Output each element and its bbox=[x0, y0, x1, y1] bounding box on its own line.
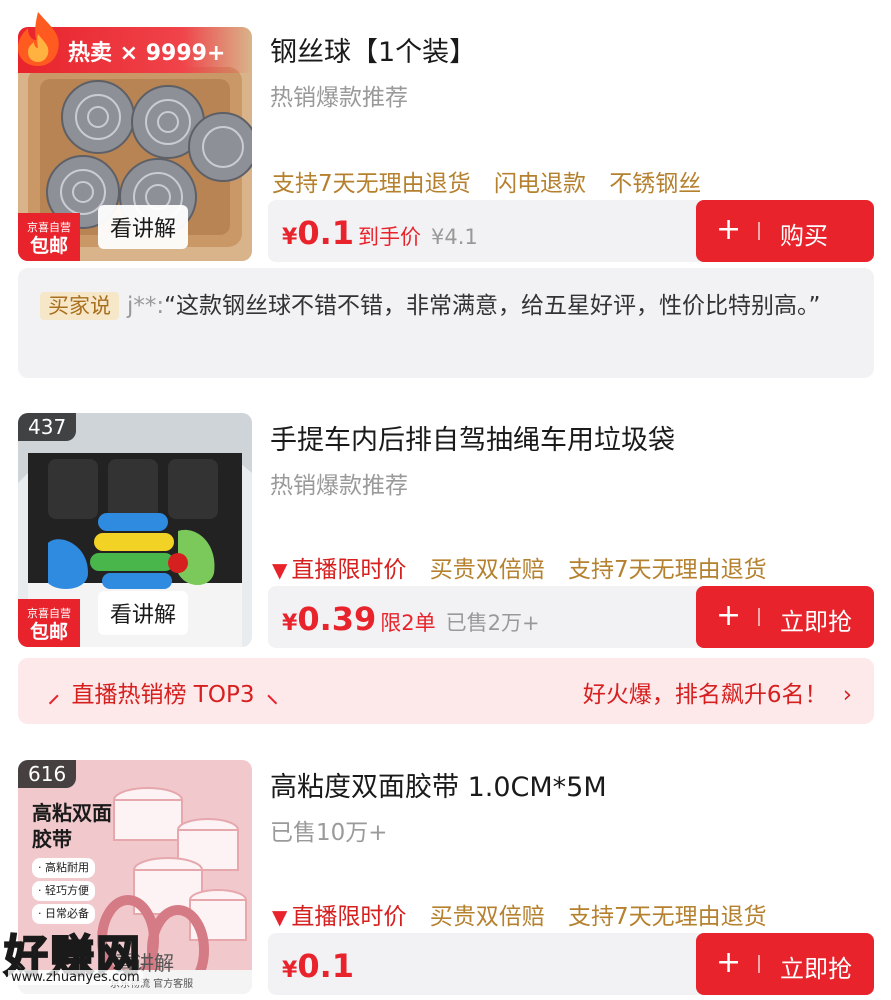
price-value: 0.1 bbox=[297, 214, 354, 252]
live-price-tag: 直播限时价 bbox=[291, 904, 407, 930]
original-price: ¥4.1 bbox=[431, 225, 478, 249]
product-card-1[interactable]: 热卖 × 9999+ 京喜自营 包邮 看讲解 钢丝球【1个装】 热销爆款推荐 支… bbox=[0, 0, 891, 262]
grab-button-label[interactable]: 立即抢 bbox=[780, 949, 852, 984]
chevron-right-icon[interactable]: › bbox=[843, 682, 852, 708]
watermark-url: www.zhuanyes.com bbox=[8, 970, 143, 985]
price-bar: ¥0.1 + 立即抢 bbox=[268, 933, 874, 995]
grab-now-button[interactable]: + 立即抢 bbox=[696, 586, 874, 648]
review-text: “这款钢丝球不错不错，非常满意，给五星好评，性价比特别高。” bbox=[164, 293, 821, 319]
jd-badge-top: 京喜自营 bbox=[27, 221, 71, 234]
grab-button-label[interactable]: 立即抢 bbox=[780, 602, 852, 637]
price-bar: ¥0.1 到手价 ¥4.1 + 购买 bbox=[268, 200, 874, 262]
image-point: · 轻巧方便 bbox=[32, 881, 95, 901]
hot-sale-label: 热卖 × 9999+ bbox=[68, 41, 226, 66]
price-bar: ¥0.39 限2单 已售2万+ + 立即抢 bbox=[268, 586, 874, 648]
buy-button-label[interactable]: 购买 bbox=[780, 216, 828, 251]
tag: 支持7天无理由退货 bbox=[568, 557, 767, 583]
button-divider bbox=[758, 222, 760, 240]
review-user: j**: bbox=[127, 293, 165, 319]
add-cart-icon[interactable]: + bbox=[716, 945, 741, 980]
jd-badge-top: 京喜自营 bbox=[27, 607, 71, 620]
price-note: 限2单 bbox=[380, 611, 436, 635]
jd-self-run-badge: 京喜自营 包邮 bbox=[18, 213, 80, 261]
currency-symbol: ¥ bbox=[282, 611, 298, 636]
add-cart-icon[interactable]: + bbox=[716, 212, 741, 247]
rank-number: 616 bbox=[18, 760, 77, 788]
tag: 支持7天无理由退货 bbox=[568, 904, 767, 930]
laurel-left-icon: ⸝ bbox=[48, 682, 60, 708]
product-subtitle: 热销爆款推荐 bbox=[270, 85, 408, 111]
rank-rise-text: 好火爆，排名飙升6名！ bbox=[582, 682, 828, 708]
currency-symbol: ¥ bbox=[282, 225, 298, 250]
rank-banner-left: ⸝ 直播热销榜 TOP3 ⸜ bbox=[36, 675, 290, 709]
jd-badge-bottom: 包邮 bbox=[29, 621, 68, 643]
image-points: · 高粘耐用 · 轻巧方便 · 日常必备 bbox=[32, 858, 95, 924]
price-value: 0.39 bbox=[297, 600, 377, 638]
rank-banner-right[interactable]: 好火爆，排名飙升6名！ › bbox=[583, 675, 852, 709]
image-headline: 高粘双面 胶带 bbox=[32, 800, 112, 852]
product-title[interactable]: 手提车内后排自驾抽绳车用垃圾袋 bbox=[270, 418, 675, 457]
product-tags: ▼ 直播限时价 买贵双倍赔 支持7天无理由退货 bbox=[272, 550, 783, 584]
product-subtitle: 热销爆款推荐 bbox=[270, 473, 408, 499]
tag: 不锈钢丝 bbox=[609, 171, 702, 197]
price-note: 到手价 bbox=[358, 225, 421, 249]
product-card-2[interactable]: 437 京喜自营 包邮 看讲解 手提车内后排自驾抽绳车用垃圾袋 热销爆款推荐 ▼… bbox=[0, 400, 891, 650]
product-image-trash-bags[interactable]: 437 京喜自营 包邮 看讲解 bbox=[18, 413, 252, 647]
buyer-review[interactable]: 买家说 j**:“这款钢丝球不错不错，非常满意，给五星好评，性价比特别高。” bbox=[18, 268, 874, 378]
jd-self-run-badge: 京喜自营 包邮 bbox=[18, 599, 80, 647]
live-hot-rank-banner[interactable]: ⸝ 直播热销榜 TOP3 ⸜ 好火爆，排名飙升6名！ › bbox=[18, 658, 874, 724]
watch-explain-button[interactable]: 看讲解 bbox=[98, 205, 189, 249]
tag: 闪电退款 bbox=[493, 171, 586, 197]
image-headline-2: 胶带 bbox=[32, 827, 72, 851]
live-price-tag: 直播限时价 bbox=[291, 557, 407, 583]
grab-now-button[interactable]: + 立即抢 bbox=[696, 933, 874, 995]
sold-count: 已售2万+ bbox=[445, 611, 540, 635]
buy-button[interactable]: + 购买 bbox=[696, 200, 874, 262]
flame-icon bbox=[18, 12, 59, 66]
jd-badge-bottom: 包邮 bbox=[29, 235, 68, 257]
price-area: ¥0.39 限2单 已售2万+ bbox=[282, 600, 540, 638]
price-area: ¥0.1 到手价 ¥4.1 bbox=[282, 214, 478, 252]
arrow-down-icon: ▼ bbox=[272, 905, 288, 929]
add-cart-icon[interactable]: + bbox=[716, 598, 741, 633]
review-tag: 买家说 bbox=[40, 292, 119, 320]
tag: 买贵双倍赔 bbox=[429, 557, 545, 583]
product-tags: ▼ 直播限时价 买贵双倍赔 支持7天无理由退货 bbox=[272, 897, 783, 931]
image-headline-1: 高粘双面 bbox=[32, 801, 112, 825]
product-title[interactable]: 钢丝球【1个装】 bbox=[270, 30, 476, 69]
product-subtitle: 已售10万+ bbox=[270, 820, 388, 846]
image-point: · 高粘耐用 bbox=[32, 858, 95, 878]
button-divider bbox=[758, 608, 760, 626]
rank-banner-title: 直播热销榜 TOP3 bbox=[71, 682, 255, 708]
watch-explain-button[interactable]: 看讲解 bbox=[98, 591, 189, 635]
rank-number: 437 bbox=[18, 413, 77, 441]
currency-symbol: ¥ bbox=[282, 958, 298, 983]
price-value: 0.1 bbox=[297, 947, 354, 985]
tag: 买贵双倍赔 bbox=[429, 904, 545, 930]
arrow-down-icon: ▼ bbox=[272, 558, 288, 582]
tag: 支持7天无理由退货 bbox=[272, 171, 471, 197]
site-watermark: 好赚网 www.zhuanyes.com bbox=[0, 920, 200, 1000]
product-tags: 支持7天无理由退货 闪电退款 不锈钢丝 bbox=[272, 164, 717, 198]
button-divider bbox=[758, 955, 760, 973]
laurel-right-icon: ⸜ bbox=[266, 682, 278, 708]
product-title[interactable]: 高粘度双面胶带 1.0CM*5M bbox=[270, 765, 607, 804]
price-area: ¥0.1 bbox=[282, 947, 354, 985]
